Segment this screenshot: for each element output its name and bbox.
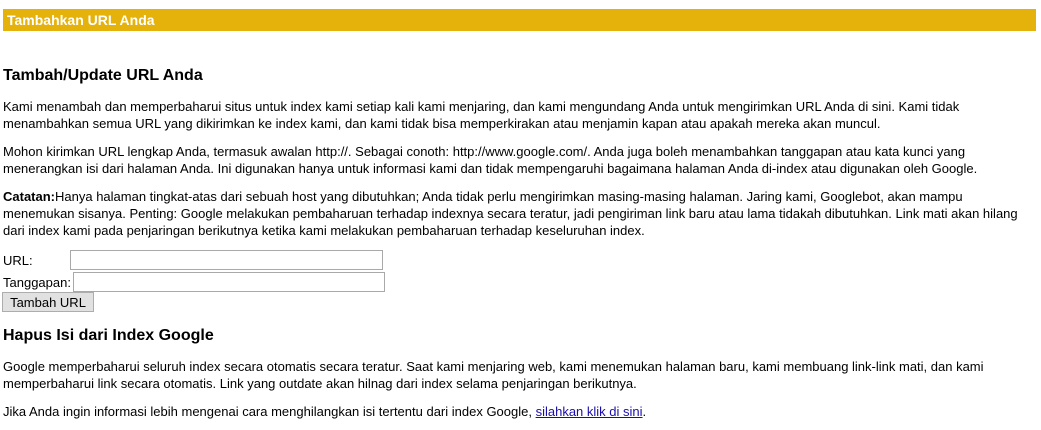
add-url-heading: Tambah/Update URL Anda <box>3 67 203 84</box>
add-url-intro-text: Kami menambah dan memperbaharui situs un… <box>3 99 960 131</box>
remove-content-heading: Hapus Isi dari Index Google <box>3 327 214 344</box>
comment-label: Tanggapan: <box>3 275 71 290</box>
remove-content-more-info: Jika Anda ingin informasi lebih mengenai… <box>3 403 1033 420</box>
remove-content-text: Google memperbaharui seluruh index secar… <box>3 359 984 391</box>
note-label: Catatan: <box>3 189 56 204</box>
add-url-note: Catatan:Hanya halaman tingkat-atas dari … <box>3 188 1033 239</box>
add-url-button[interactable]: Tambah URL <box>2 292 94 312</box>
url-input[interactable] <box>70 250 383 270</box>
add-url-instructions-text: Mohon kirimkan URL lengkap Anda, termasu… <box>3 144 978 176</box>
page: Tambahkan URL Anda Tambah/Update URL And… <box>0 0 1041 430</box>
more-info-prefix: Jika Anda ingin informasi lebih mengenai… <box>3 404 536 419</box>
note-text: Hanya halaman tingkat-atas dari sebuah h… <box>3 189 1018 238</box>
more-info-suffix: . <box>642 404 647 419</box>
url-label: URL: <box>3 253 33 268</box>
page-header-banner: Tambahkan URL Anda <box>3 9 1036 31</box>
remove-content-link[interactable]: silahkan klik di sini <box>536 404 643 419</box>
comment-input[interactable] <box>73 272 385 292</box>
